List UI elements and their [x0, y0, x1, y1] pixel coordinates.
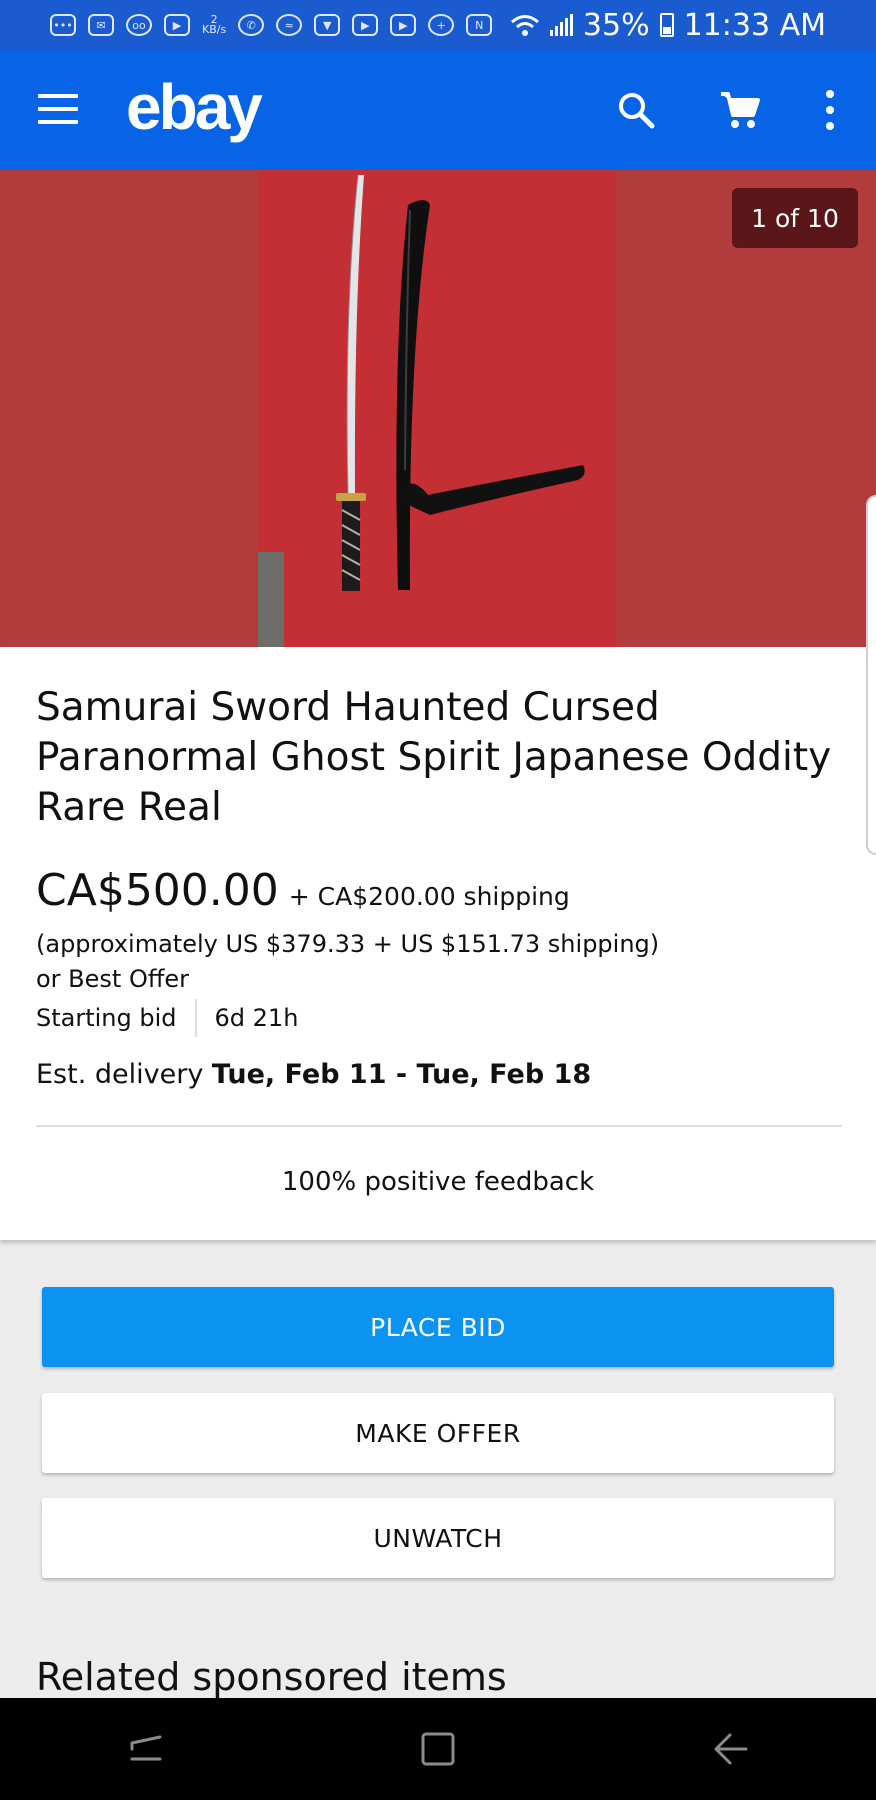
youtube-icon: ▶ — [164, 14, 190, 36]
seller-feedback[interactable]: 100% positive feedback — [0, 1167, 876, 1197]
youtube-icon: ▶ — [390, 14, 417, 36]
photo-shadow — [258, 552, 284, 647]
delivery-dates: Tue, Feb 11 - Tue, Feb 18 — [211, 1059, 592, 1090]
delivery-label: Est. delivery — [36, 1059, 204, 1090]
voicemail-icon: oo — [126, 14, 152, 36]
price-row: CA$500.00 + CA$200.00 shipping — [36, 865, 570, 916]
nfc-icon: N — [466, 14, 493, 36]
wifi-calling-icon: ≈ — [276, 14, 303, 36]
divider — [36, 1125, 842, 1127]
estimated-delivery: Est. delivery Tue, Feb 11 - Tue, Feb 18 — [36, 1059, 591, 1090]
item-details-card: Samurai Sword Haunted Cursed Paranormal … — [0, 647, 876, 1240]
phone-icon: ✆ — [238, 14, 265, 36]
place-bid-button[interactable]: PLACE BID — [42, 1287, 834, 1367]
app-bar: ebay — [0, 50, 876, 170]
cart-icon[interactable] — [710, 80, 770, 140]
shipping-cost: + CA$200.00 shipping — [288, 882, 570, 911]
item-photo[interactable] — [258, 170, 616, 647]
ebay-logo[interactable]: ebay — [126, 70, 263, 144]
shield-icon: ▼ — [314, 14, 341, 36]
battery-percent: 35% — [582, 7, 650, 43]
related-items-heading: Related sponsored items — [36, 1655, 507, 1699]
image-counter: 1 of 10 — [732, 188, 858, 248]
wifi-icon — [510, 15, 539, 36]
bid-info-row: Starting bid 6d 21h — [36, 999, 298, 1037]
scroll-indicator[interactable] — [866, 495, 876, 855]
approx-usd-price: (approximately US $379.33 + US $151.73 s… — [36, 930, 660, 958]
more-vert-icon[interactable] — [800, 80, 860, 140]
clock: 11:33 AM — [683, 7, 826, 43]
network-speed: 2 KB/s — [202, 14, 227, 36]
bid-divider — [194, 999, 197, 1037]
back-icon[interactable] — [700, 1719, 760, 1779]
data-saver-icon: + — [428, 14, 455, 36]
make-offer-button[interactable]: MAKE OFFER — [42, 1393, 834, 1473]
system-nav-bar — [0, 1698, 876, 1800]
network-speed-unit: KB/s — [202, 23, 227, 36]
youtube-icon: ▶ — [352, 14, 379, 36]
bid-type: Starting bid — [36, 1004, 177, 1032]
best-offer-label: or Best Offer — [36, 965, 190, 993]
recent-apps-icon[interactable] — [116, 1719, 176, 1779]
home-icon[interactable] — [408, 1719, 468, 1779]
item-price: CA$500.00 — [36, 865, 279, 916]
unwatch-button[interactable]: UNWATCH — [42, 1498, 834, 1578]
notification-icons: ••• ✉ oo ▶ 2 KB/s ✆ ≈ ▼ ▶ ▶ + N — [50, 14, 493, 36]
sword-image — [336, 174, 585, 591]
mail-icon: ✉ — [88, 14, 114, 36]
messages-icon: ••• — [50, 14, 76, 36]
image-gallery[interactable]: 1 of 10 — [0, 170, 876, 647]
menu-icon[interactable] — [38, 94, 78, 124]
item-title: Samurai Sword Haunted Cursed Paranormal … — [36, 685, 832, 830]
search-icon[interactable] — [606, 80, 666, 140]
battery-icon — [659, 13, 674, 37]
signal-icon — [549, 14, 573, 36]
time-left: 6d 21h — [214, 1004, 299, 1032]
status-right: 35% 11:33 AM — [510, 8, 826, 43]
status-bar: ••• ✉ oo ▶ 2 KB/s ✆ ≈ ▼ ▶ ▶ + N 35% 11:3… — [0, 0, 876, 50]
